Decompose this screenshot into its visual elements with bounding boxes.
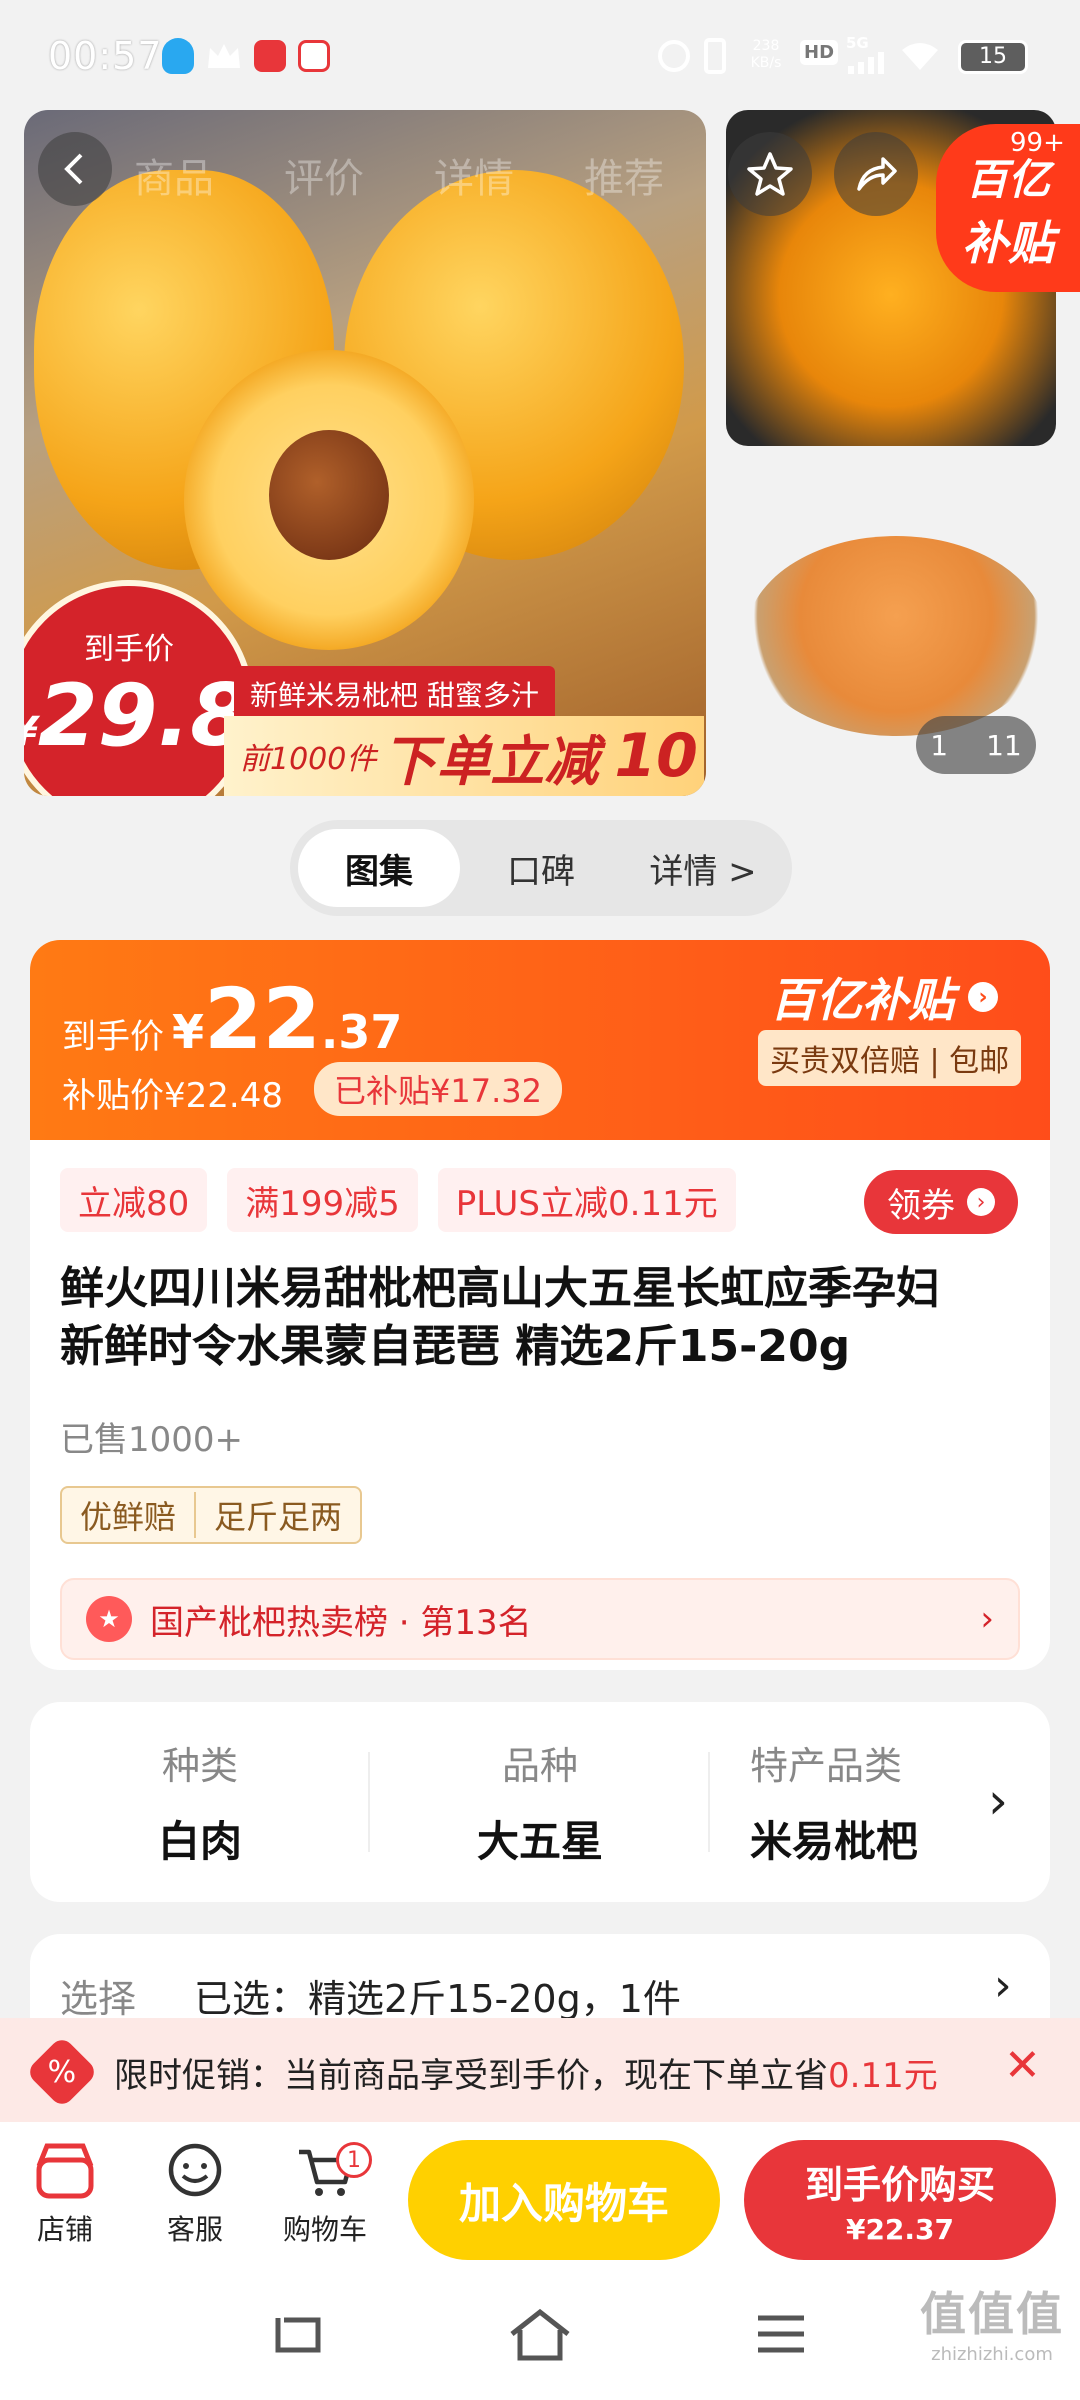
star-icon — [747, 152, 793, 196]
service-tags: 优鲜赔 足斤足两 — [60, 1486, 363, 1544]
product-title: 鲜火四川米易甜枇杷高山大五星长虹应季孕妇 新鲜时令水果蒙自琵琶 精选2斤15-2… — [60, 1263, 940, 1372]
share-button[interactable] — [834, 132, 918, 216]
discount-tag: 立减80 — [60, 1168, 208, 1232]
signal-icon: 5G — [846, 34, 890, 74]
rank-banner[interactable]: ★ 国产枇杷热卖榜 · 第13名 › — [60, 1578, 1020, 1660]
wifi-icon — [900, 40, 940, 72]
subsidized-amount: 已补贴¥17.32 — [314, 1062, 562, 1116]
back-nav-button[interactable] — [270, 2310, 326, 2364]
status-bar: 00:57 238 KB/s HD 5G 15 — [0, 0, 1080, 115]
close-icon[interactable]: ✕ — [1004, 2040, 1041, 2091]
price-header: 到手价 ¥ 22 .37 补贴价¥22.48 已补贴¥17.32 百亿补贴 › … — [30, 940, 1050, 1140]
hd-badge: HD — [800, 40, 839, 65]
loquat-seeds — [269, 430, 389, 560]
guarantee-badge: 买贵双倍赔 | 包邮 — [758, 1030, 1022, 1086]
image-counter: 1 11 — [916, 716, 1036, 774]
promo-text: 限时促销：当前商品享受到手价，现在下单立省0.11元 — [114, 2056, 938, 2096]
chevron-right-icon: › — [980, 1599, 994, 1639]
home-nav-button[interactable] — [508, 2308, 572, 2366]
alarm-icon — [658, 40, 690, 72]
selection-label: 选择 — [60, 1977, 137, 2021]
chevron-right-icon: › — [994, 1960, 1012, 2011]
add-to-cart-button[interactable]: 加入购物车 — [408, 2140, 720, 2260]
share-icon — [857, 157, 897, 191]
basket-image — [746, 536, 1046, 736]
crown-icon — [206, 42, 242, 70]
back-nav-icon — [275, 2317, 321, 2353]
discount-tag: PLUS立减0.11元 — [437, 1168, 736, 1232]
sold-count: 已售1000+ — [60, 1420, 244, 1460]
spec-category: 特产品类 米易枇杷 — [750, 1744, 919, 1866]
buy-now-button[interactable]: 到手价购买 ¥22.37 — [744, 2140, 1056, 2260]
image-gallery[interactable]: 商品评价详情推荐 到手价 ¥29.8 新鲜米易枇杷 甜蜜多汁 前1000件 下单… — [0, 110, 1080, 800]
menu-nav-button[interactable] — [756, 2312, 806, 2360]
coupon-button[interactable]: 领券 › — [864, 1170, 1018, 1234]
shopping-app-icon — [254, 40, 286, 72]
shop-icon — [36, 2143, 94, 2199]
banner-slogan: 新鲜米易枇杷 甜蜜多汁 — [234, 666, 555, 722]
promo-bar[interactable]: % 限时促销：当前商品享受到手价，现在下单立省0.11元 ✕ — [0, 2018, 1080, 2122]
back-button[interactable] — [38, 132, 112, 206]
spec-panel[interactable]: 种类 白肉 品种 大五星 特产品类 米易枇杷 › — [30, 1702, 1050, 1902]
service-button[interactable]: 客服 — [140, 2122, 250, 2268]
bottom-action-bar: 店铺 客服 购物车 1 加入购物车 到手价购买 ¥22.37 — [0, 2122, 1080, 2268]
thumbnail-2[interactable]: 1 11 — [726, 466, 1056, 796]
gallery-tabs[interactable]: 图集 口碑 详情 > — [290, 820, 792, 916]
battery-icon: 15 — [958, 40, 1028, 74]
customer-service-icon — [168, 2143, 222, 2197]
cart-badge: 99+ — [1010, 128, 1065, 158]
watermark: 值值值 zhizhizhi.com — [920, 2287, 1064, 2365]
chevron-right-icon[interactable]: › — [988, 1772, 1008, 1830]
vibrate-icon — [704, 38, 726, 74]
discount-tags: 立减80 满199减5 PLUS立减0.11元 — [60, 1168, 736, 1232]
discount-tag: 满199减5 — [227, 1168, 418, 1232]
shop-button[interactable]: 店铺 — [10, 2122, 120, 2268]
chevron-right-circle-icon: › — [967, 1188, 995, 1216]
net-speed: 238 KB/s — [750, 38, 782, 71]
spec-variety: 品种 大五星 — [476, 1744, 603, 1866]
system-nav-bar: 值值值 zhizhizhi.com — [0, 2268, 1080, 2400]
subsidy-price: 补贴价¥22.48 — [62, 1076, 283, 1116]
tab-details[interactable]: 详情 > — [622, 829, 784, 907]
home-icon — [510, 2308, 570, 2361]
spec-type: 种类 白肉 — [157, 1744, 242, 1866]
percent-icon: % — [25, 2035, 99, 2109]
tab-reviews[interactable]: 口碑 — [460, 829, 622, 907]
ghost-tabs: 商品 评价 详情 推荐 — [134, 156, 664, 202]
cart-count-badge: 1 — [336, 2142, 372, 2178]
qq-icon — [162, 38, 194, 74]
banner-price-badge: 到手价 ¥29.8 — [24, 580, 254, 796]
subsidy-program-link[interactable]: 百亿补贴 › — [770, 964, 998, 1030]
banner-discount: 前1000件 下单立减 10 — [224, 716, 704, 796]
favorite-button[interactable] — [728, 132, 812, 216]
medal-icon: ★ — [86, 1596, 132, 1642]
final-price: 到手价 ¥ 22 .37 — [62, 970, 403, 1068]
main-product-image[interactable]: 商品评价详情推荐 到手价 ¥29.8 新鲜米易枇杷 甜蜜多汁 前1000件 下单… — [24, 110, 706, 796]
chevron-left-icon — [64, 153, 83, 185]
promo-app-icon — [298, 40, 330, 72]
selection-value: 已选：精选2斤15-20g，1件 — [194, 1977, 681, 2021]
chevron-right-circle-icon: › — [968, 982, 998, 1012]
menu-icon — [758, 2315, 804, 2353]
tab-gallery[interactable]: 图集 — [298, 829, 460, 907]
price-card: 到手价 ¥ 22 .37 补贴价¥22.48 已补贴¥17.32 百亿补贴 › … — [30, 940, 1050, 1670]
status-time: 00:57 — [48, 34, 163, 78]
